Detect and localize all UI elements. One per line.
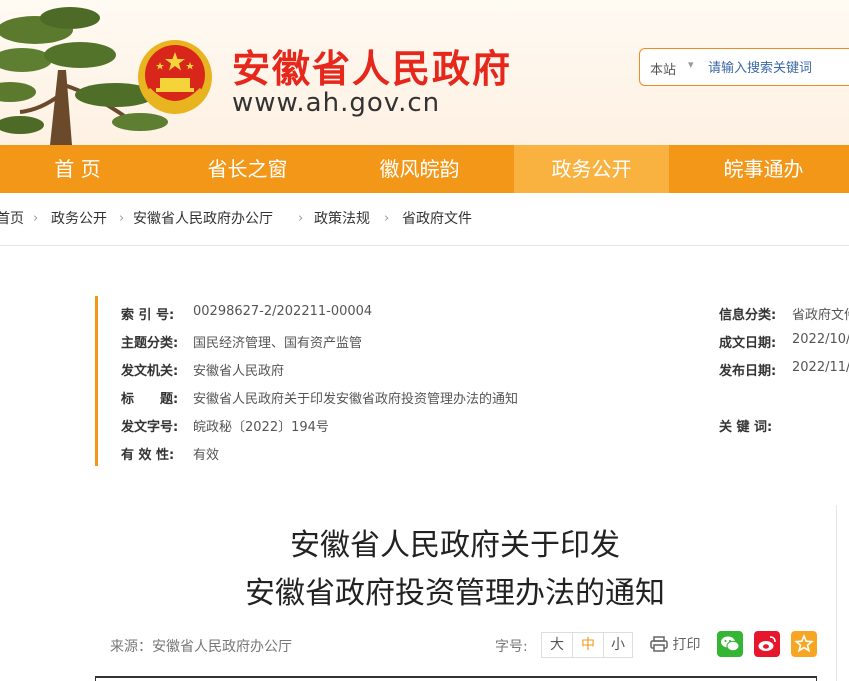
search-input[interactable] (706, 55, 849, 81)
document-info-box: 索 引 号: 00298627-2/202211-00004 主题分类: 国民经… (95, 296, 849, 466)
search-box: 本站 ▾ (639, 48, 849, 86)
favorite-button[interactable] (791, 631, 817, 657)
info-label: 发文字号: (121, 420, 179, 435)
nav-item-services[interactable]: 皖事通办 (686, 145, 841, 193)
wechat-icon (721, 636, 740, 652)
info-label: 成文日期: (719, 336, 777, 351)
info-value: 2022/10/ (792, 332, 849, 347)
info-value: 有效 (193, 448, 220, 463)
breadcrumb-home[interactable]: 首页 (0, 193, 24, 245)
info-value: 皖政秘〔2022〕194号 (193, 420, 329, 435)
wechat-share-button[interactable] (717, 631, 743, 657)
print-label: 打印 (672, 637, 701, 653)
search-scope-select[interactable]: 本站 (650, 59, 676, 78)
article-title-line-2: 安徽省政府投资管理办法的通知 (245, 576, 665, 611)
font-size-small-button[interactable]: 小 (603, 633, 633, 657)
info-value: 安徽省人民政府 (193, 364, 285, 379)
weibo-icon (758, 636, 776, 651)
info-value: 安徽省人民政府关于印发安徽省政府投资管理办法的通知 (193, 392, 519, 407)
info-label: 信息分类: (719, 308, 777, 323)
info-label: 有 效 性: (121, 448, 175, 463)
chevron-right-icon: › (119, 211, 125, 226)
site-title[interactable]: 安徽省人民政府 (232, 38, 512, 93)
national-emblem-icon (138, 40, 212, 114)
printer-icon (650, 636, 668, 652)
info-label: 发文机关: (121, 364, 179, 379)
font-size-label: 字号: (495, 639, 528, 655)
info-value: 省政府文件 (792, 308, 849, 323)
chevron-right-icon: › (384, 211, 390, 226)
nav-item-home[interactable]: 首 页 (0, 145, 155, 193)
info-value: 2022/11/ (792, 360, 849, 375)
info-label: 标 题: (121, 392, 179, 407)
weibo-share-button[interactable] (754, 631, 780, 657)
info-label: 索 引 号: (121, 308, 175, 323)
info-label: 关 键 词: (719, 420, 773, 435)
right-divider (836, 505, 837, 681)
chevron-right-icon: › (33, 211, 39, 226)
article-title-line-1: 安徽省人民政府关于印发 (290, 528, 620, 563)
breadcrumb-policies[interactable]: 政策法规 (314, 193, 370, 245)
site-url: www.ah.gov.cn (232, 88, 441, 118)
breadcrumb-province-docs[interactable]: 省政府文件 (402, 193, 472, 245)
info-accent-bar (95, 296, 98, 466)
info-value: 国民经济管理、国有资产监管 (193, 336, 363, 351)
favorite-icon (794, 633, 814, 653)
nav-item-governor[interactable]: 省长之窗 (170, 145, 325, 193)
chevron-down-icon[interactable]: ▾ (688, 58, 694, 71)
article-source: 来源：安徽省人民政府办公厅 (110, 639, 292, 655)
font-size-medium-button[interactable]: 中 (572, 633, 604, 657)
site-header: 安徽省人民政府 www.ah.gov.cn 本站 ▾ (0, 0, 849, 145)
nav-item-gov-affairs[interactable]: 政务公开 (514, 145, 669, 193)
font-size-selector: 大 中 小 (541, 632, 633, 658)
article-content-frame (95, 676, 817, 681)
info-label: 发布日期: (719, 364, 777, 379)
main-nav: 首 页 省长之窗 徽风皖韵 政务公开 皖事通办 (0, 145, 849, 193)
chevron-right-icon: › (298, 211, 304, 226)
font-size-large-button[interactable]: 大 (542, 633, 572, 657)
info-value: 00298627-2/202211-00004 (193, 304, 373, 319)
nav-item-culture[interactable]: 徽风皖韵 (342, 145, 497, 193)
info-label: 主题分类: (121, 336, 179, 351)
breadcrumb-general-office[interactable]: 安徽省人民政府办公厅 (133, 193, 273, 245)
breadcrumb: 首页 › 政务公开 › 安徽省人民政府办公厅 › 政策法规 › 省政府文件 (0, 193, 849, 246)
breadcrumb-gov-affairs[interactable]: 政务公开 (51, 193, 107, 245)
print-button[interactable]: 打印 (650, 634, 700, 656)
